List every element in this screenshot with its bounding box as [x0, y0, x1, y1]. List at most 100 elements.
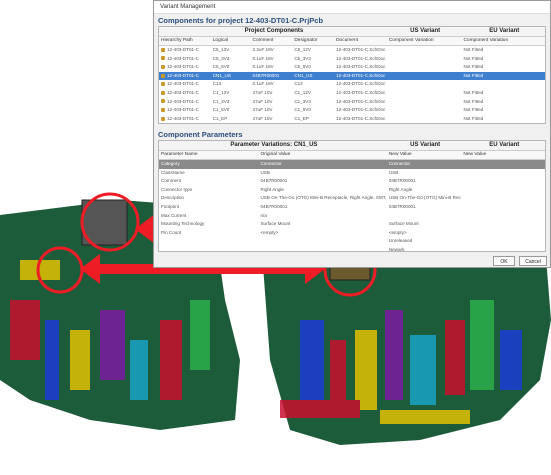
parameter-cell[interactable]	[461, 169, 545, 178]
table-cell: Not Fitted	[461, 115, 545, 123]
table-cell: Not Fitted	[461, 72, 545, 81]
parameter-cell[interactable]	[461, 177, 545, 186]
col-original-value[interactable]: Original Value	[258, 151, 386, 159]
cell-text: C5_3V3	[212, 55, 230, 61]
cell-text: 12-403-DT01-C	[167, 115, 199, 121]
parameter-cell[interactable]: USB	[387, 169, 462, 178]
table-cell: 12-403-DT01-C	[159, 106, 211, 115]
parameter-cell[interactable]: Right Angle	[387, 186, 462, 195]
parameter-cell[interactable]	[387, 212, 462, 221]
parameter-cell[interactable]	[461, 194, 545, 203]
table-row[interactable]: 12-403-DT01-C C5_3V3 0.1uF 16V C5_3V3 12-403…	[159, 55, 545, 64]
table-cell: 47uF 10V	[251, 115, 293, 123]
params-us-variant-column[interactable]: US Variant	[387, 141, 462, 150]
table-cell	[387, 89, 462, 98]
cell-text: 12-403-DT01-C.SchDoc	[336, 115, 386, 121]
table-cell	[387, 72, 462, 81]
parameter-cell: Max Current	[161, 212, 187, 218]
parameter-row[interactable]: Description USB On-The-Go (OTG) Mini-B Re…	[159, 194, 545, 203]
us-variant-column[interactable]: US Variant	[387, 27, 462, 36]
table-cell	[387, 123, 462, 124]
parameter-cell[interactable]: 04B7R00001	[387, 177, 462, 186]
parameter-cell: Mounting Technology	[161, 221, 205, 227]
col-comment[interactable]: Comment	[251, 37, 293, 45]
table-cell: C5_5V0	[292, 63, 334, 72]
parameter-cell[interactable]	[461, 212, 545, 221]
table-cell: 0.1uF 16V	[251, 55, 293, 64]
table-cell: C1_12V	[211, 89, 251, 98]
ok-button[interactable]: OK	[493, 256, 515, 266]
table-row[interactable]: 12-403-DT01-C C5_5V0 0.1uF 16V C5_5V0 12-403…	[159, 63, 545, 72]
parameter-cell[interactable]	[461, 160, 545, 169]
components-column-header-row: Hierarchy Path Logical Comment Designato…	[159, 37, 545, 46]
parameter-cell[interactable]	[461, 229, 545, 238]
table-row[interactable]: 12-403-DT01-C CN1_US 04B7R00001 CN1_US 12-40…	[159, 71, 545, 81]
table-row[interactable]: 12-403-DT01-C C5_12V 2.2uF 16V C5_12V 12-403…	[159, 46, 545, 55]
cell-text: 12-403-DT01-C.SchDoc	[336, 89, 386, 95]
table-cell: 12-403-DT01-C.SchDoc	[334, 72, 387, 81]
parameter-cell[interactable]	[461, 186, 545, 195]
parameter-row[interactable]: Newark	[159, 246, 545, 251]
parameter-row[interactable]: Comment 04B7R00001 04B7R00001	[159, 177, 545, 186]
parameter-row[interactable]: Footprint 04B7R00001 04B7R00001	[159, 203, 545, 212]
parameter-cell: n/a	[260, 212, 267, 218]
component-parameters-header: Component Parameters	[158, 130, 243, 139]
table-cell: C1_12V	[292, 89, 334, 98]
table-cell	[387, 55, 462, 64]
col-eu-new-value[interactable]: New Value	[461, 151, 545, 159]
parameter-cell: USB On-The-Go (OTG) Mini-B Receptacle, R…	[260, 195, 387, 201]
variant-management-dialog: Variant Management Components for projec…	[153, 0, 551, 268]
parameter-cell[interactable]: Surface Mount	[387, 220, 462, 229]
col-document[interactable]: Document	[334, 37, 387, 45]
params-eu-variant-column[interactable]: EU Variant	[461, 141, 545, 150]
table-cell: 47uF 10V	[251, 98, 293, 107]
table-cell: 12-403-DT01-C	[159, 89, 211, 98]
parameter-cell[interactable]	[461, 246, 545, 251]
parameter-row[interactable]: Category Connector Connector	[159, 160, 545, 169]
parameter-row[interactable]: ClassName USB USB	[159, 169, 545, 178]
parameter-cell[interactable]: Unreleased	[387, 237, 462, 246]
table-cell: 12-403-DT01-C	[159, 98, 211, 107]
cancel-button[interactable]: Cancel	[519, 256, 547, 266]
cell-text: 47uF 10V	[252, 89, 273, 95]
table-cell: 12-403-DT01-C.SchDoc	[334, 55, 387, 64]
table-cell	[387, 115, 462, 123]
parameter-cell[interactable]	[461, 203, 545, 212]
parameter-row[interactable]: Max Current n/a	[159, 212, 545, 221]
eu-variant-column[interactable]: EU Variant	[461, 27, 545, 36]
table-row[interactable]: 12-403-DT01-C C1_3V3 47uF 10V C1_3V3 12-403-…	[159, 98, 545, 107]
table-row[interactable]: 12-403-DT01-CC1_US47uF 10VC1_US12-403-DT…	[159, 123, 545, 124]
table-cell: 04B7R00001	[251, 72, 293, 81]
parameter-cell[interactable]: 04B7R00001	[387, 203, 462, 212]
parameter-cell[interactable]: USB On-The-Go (OTG) Mini-B Receptacle	[387, 194, 462, 203]
parameter-cell[interactable]: Newark	[387, 246, 462, 251]
cell-text: 12-403-DT01-C.SchDoc	[336, 107, 386, 113]
table-row[interactable]: 12-403-DT01-C C1_12V 47uF 10V C1_12V 12-403-…	[159, 89, 545, 98]
window-title: Variant Management	[154, 1, 550, 14]
table-row[interactable]: 12-403-DT01-C C1_EP 47uF 10V C1_EP 12-403-DT…	[159, 115, 545, 123]
col-logical[interactable]: Logical	[211, 37, 251, 45]
parameter-row[interactable]: Connector type Right Angle Right Angle	[159, 186, 545, 195]
parameter-cell[interactable]: Connector	[387, 160, 462, 169]
parameter-cell[interactable]: <empty>	[387, 229, 462, 238]
parameter-cell[interactable]	[461, 237, 545, 246]
table-cell: C1_3V3	[211, 98, 251, 107]
col-us-new-value[interactable]: New Value	[387, 151, 462, 159]
table-cell: 12-403-DT01-C.SchDoc	[334, 63, 387, 72]
component-icon	[161, 56, 165, 61]
cell-text: 0.1uF 16V	[252, 64, 274, 70]
parameter-row[interactable]: Pin Count <empty> <empty>	[159, 229, 545, 238]
col-us-component-variation[interactable]: Component Variation	[387, 37, 462, 45]
table-row[interactable]: 12-403-DT01-C C1_5V0 47uF 10V C1_5V0 12-403-…	[159, 106, 545, 115]
col-hierarchy-path[interactable]: Hierarchy Path	[159, 37, 211, 45]
parameter-cell[interactable]	[461, 220, 545, 229]
col-designator[interactable]: Designator	[292, 37, 334, 45]
parameter-row[interactable]: Unreleased	[159, 237, 545, 246]
parameter-cell: Surface Mount	[260, 221, 291, 227]
parameter-row[interactable]: Mounting Technology Surface Mount Surface …	[159, 220, 545, 229]
table-row[interactable]: 12-403-DT01-C C13 0.1uF 16V C13 12-403-DT01-…	[159, 80, 545, 89]
cell-text: 47uF 10V	[252, 107, 273, 113]
col-eu-component-variation[interactable]: Component Variation	[461, 37, 545, 45]
cell-text: 12-403-DT01-C	[167, 89, 199, 95]
col-parameter-name[interactable]: Parameter Name	[159, 151, 258, 159]
